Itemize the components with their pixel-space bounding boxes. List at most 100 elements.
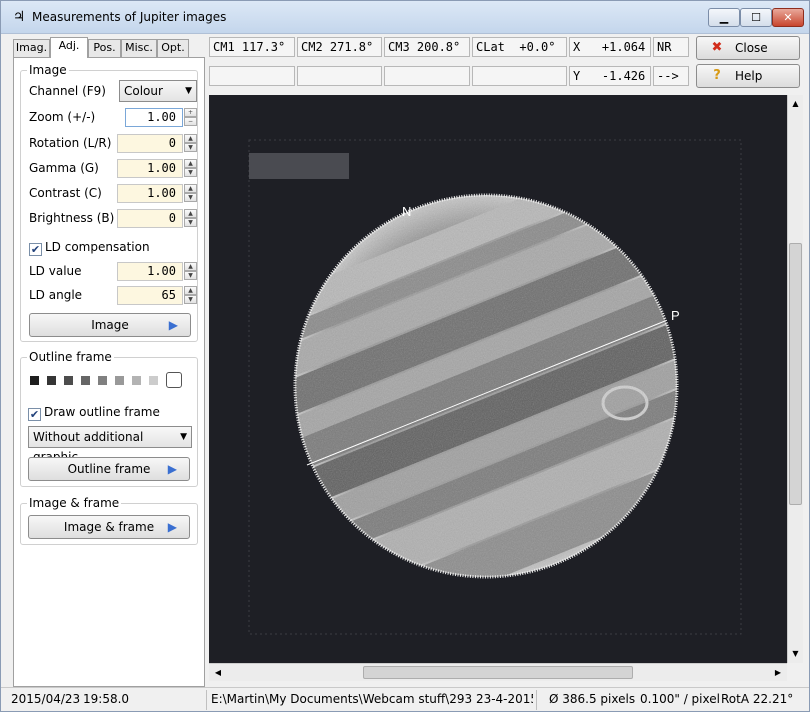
brightness-stepper[interactable]: ▲ ▼ <box>184 209 197 228</box>
outline-color-swatch[interactable] <box>115 376 124 385</box>
tab-pos[interactable]: Pos. <box>88 39 121 57</box>
ld-value-stepper[interactable]: ▲ ▼ <box>184 262 197 281</box>
clat-readout: CLat +0.0° <box>472 37 567 57</box>
vertical-scroll-thumb[interactable] <box>789 243 802 505</box>
help-button[interactable]: ? Help <box>696 64 800 88</box>
draw-outline-label: Draw outline frame <box>44 405 160 419</box>
minus-icon[interactable]: − <box>184 117 197 126</box>
zoom-input[interactable]: 1.00 <box>125 108 183 127</box>
image-button[interactable]: Image ▶ <box>29 313 191 337</box>
outline-color-swatch[interactable] <box>132 376 141 385</box>
play-arrow-icon: ▶ <box>167 520 177 534</box>
play-arrow-icon: ▶ <box>168 318 178 332</box>
spin-down-icon[interactable]: ▼ <box>184 143 197 152</box>
outline-color-swatch[interactable] <box>81 376 90 385</box>
empty-readout-4 <box>472 66 567 86</box>
checkbox-checked-icon: ✔ <box>29 243 42 256</box>
checkbox-checked-icon: ✔ <box>28 408 41 421</box>
spin-up-icon[interactable]: ▲ <box>184 262 197 271</box>
image-and-frame-button[interactable]: Image & frame ▶ <box>28 515 190 539</box>
image-frame-button-label: Image & frame <box>63 520 155 534</box>
ld-compensation-checkbox[interactable]: ✔ LD compensation <box>29 240 150 256</box>
spin-down-icon[interactable]: ▼ <box>184 271 197 280</box>
rotation-stepper[interactable]: ▲ ▼ <box>184 134 197 153</box>
ld-angle-input[interactable]: 65 <box>117 286 183 305</box>
image-artifact <box>249 153 349 179</box>
image-group: Image Channel (F9) Colour ▼ Zoom (+/-) 1.… <box>20 63 198 342</box>
plus-icon[interactable]: + <box>184 108 197 117</box>
spin-down-icon[interactable]: ▼ <box>184 218 197 227</box>
tab-imag[interactable]: Imag. <box>13 39 50 57</box>
minimize-button[interactable]: ▁ <box>708 8 740 27</box>
p-marker: P <box>671 308 680 323</box>
maximize-button[interactable]: ☐ <box>740 8 772 27</box>
tab-opt[interactable]: Opt. <box>157 39 189 57</box>
vertical-scrollbar[interactable]: ▲ ▼ <box>787 95 803 663</box>
outline-color-swatch[interactable] <box>30 376 39 385</box>
contrast-input[interactable]: 1.00 <box>117 184 183 203</box>
gamma-label: Gamma (G) <box>29 161 99 175</box>
gamma-stepper[interactable]: ▲ ▼ <box>184 159 197 178</box>
graphic-select[interactable]: Without additional graphic▼ <box>28 426 192 464</box>
spin-up-icon[interactable]: ▲ <box>184 134 197 143</box>
x-readout: X +1.064 <box>569 37 651 57</box>
scroll-left-icon[interactable]: ◀ <box>211 665 225 680</box>
status-time: 19:58.0 <box>83 692 130 706</box>
rotation-label: Rotation (L/R) <box>29 136 112 150</box>
outline-color-swatch[interactable] <box>47 376 56 385</box>
close-icon: ✕ <box>783 11 793 24</box>
horizontal-scroll-thumb[interactable] <box>363 666 633 679</box>
jupiter-image-viewport[interactable]: N P <box>209 95 801 663</box>
rotation-input[interactable]: 0 <box>117 134 183 153</box>
status-rotation-angle: RotA 22.21° <box>721 692 794 706</box>
status-divider <box>206 690 207 710</box>
jupiter-image: N P <box>248 139 742 635</box>
ld-angle-stepper[interactable]: ▲ ▼ <box>184 286 197 305</box>
brightness-input[interactable]: 0 <box>117 209 183 228</box>
status-scale: 0.100" / pixel <box>640 692 720 706</box>
ld-value-input[interactable]: 1.00 <box>117 262 183 281</box>
cm1-readout: CM1 117.3° <box>209 37 295 57</box>
spin-up-icon[interactable]: ▲ <box>184 159 197 168</box>
tab-misc[interactable]: Misc. <box>121 39 157 57</box>
scroll-down-icon[interactable]: ▼ <box>789 647 802 660</box>
spin-down-icon[interactable]: ▼ <box>184 168 197 177</box>
spin-down-icon[interactable]: ▼ <box>184 193 197 202</box>
spin-up-icon[interactable]: ▲ <box>184 184 197 193</box>
outline-color-swatch[interactable] <box>64 376 73 385</box>
tab-label: Imag. <box>15 41 48 54</box>
jupiter-disk <box>295 195 677 577</box>
contrast-stepper[interactable]: ▲ ▼ <box>184 184 197 203</box>
draw-outline-checkbox[interactable]: ✔ Draw outline frame <box>28 405 160 421</box>
scroll-up-icon[interactable]: ▲ <box>789 97 802 110</box>
spin-up-icon[interactable]: ▲ <box>184 209 197 218</box>
play-arrow-icon: ▶ <box>167 462 177 476</box>
outline-color-swatch[interactable] <box>149 376 158 385</box>
spin-up-icon[interactable]: ▲ <box>184 286 197 295</box>
zoom-stepper[interactable]: + − <box>184 108 197 127</box>
cm2-readout: CM2 271.8° <box>297 37 382 57</box>
close-button[interactable]: ✖ Close <box>696 36 800 60</box>
channel-select[interactable]: Colour ▼ <box>119 80 197 102</box>
chevron-down-icon: ▼ <box>180 432 187 442</box>
outline-frame-button[interactable]: Outline frame ▶ <box>28 457 190 481</box>
scroll-right-icon[interactable]: ▶ <box>771 665 785 680</box>
horizontal-scrollbar[interactable]: ◀ ▶ <box>209 663 787 681</box>
outline-color-swatch[interactable] <box>98 376 107 385</box>
tab-label: Adj. <box>58 39 80 52</box>
status-divider <box>536 690 537 710</box>
chevron-down-icon: ▼ <box>185 86 192 96</box>
tab-adj[interactable]: Adj. <box>50 37 88 58</box>
status-date: 2015/04/23 <box>11 692 81 706</box>
outline-color-swatch[interactable] <box>166 372 182 388</box>
gamma-input[interactable]: 1.00 <box>117 159 183 178</box>
nr-readout: NR <box>653 37 689 57</box>
outline-button-label: Outline frame <box>67 462 151 476</box>
spin-down-icon[interactable]: ▼ <box>184 295 197 304</box>
contrast-label: Contrast (C) <box>29 186 102 200</box>
help-button-label: Help <box>735 69 763 83</box>
red-x-icon: ✖ <box>711 40 723 55</box>
ld-angle-label: LD angle <box>29 288 83 302</box>
empty-readout-1 <box>209 66 295 86</box>
window-close-button[interactable]: ✕ <box>772 8 804 27</box>
